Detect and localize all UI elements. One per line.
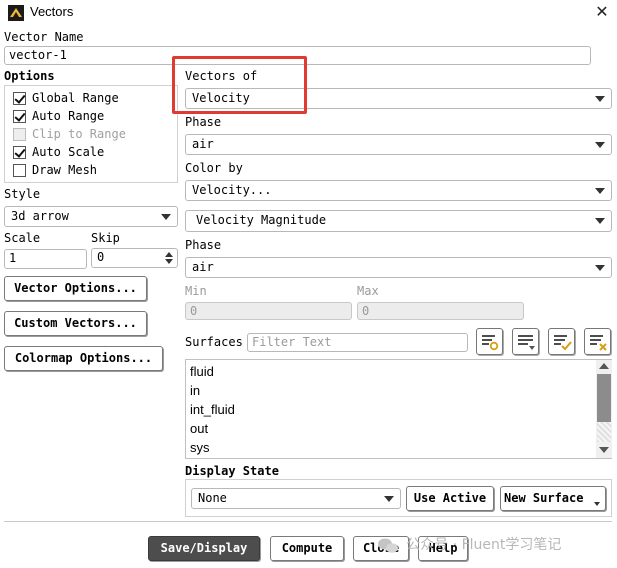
chevron-down-icon bbox=[595, 142, 605, 148]
colormap-options-button[interactable]: Colormap Options... bbox=[4, 346, 163, 371]
list-dropdown-icon bbox=[518, 335, 535, 350]
vector-options-button[interactable]: Vector Options... bbox=[4, 276, 147, 301]
fluent-app-icon bbox=[8, 5, 24, 21]
select-all-surfaces-button[interactable] bbox=[548, 328, 575, 355]
vector-name-label: Vector Name bbox=[4, 30, 84, 44]
filter-surfaces-button[interactable] bbox=[476, 328, 503, 355]
skip-spinner[interactable]: 0 bbox=[91, 248, 178, 268]
max-label: Max bbox=[357, 284, 379, 298]
color-by-label: Color by bbox=[185, 161, 243, 175]
draw-mesh-checkbox-row[interactable]: Draw Mesh bbox=[13, 161, 97, 179]
surfaces-list[interactable]: fluid in int_fluid out sys bbox=[185, 359, 612, 459]
list-check-icon bbox=[554, 335, 572, 351]
use-active-button[interactable]: Use Active bbox=[406, 486, 494, 511]
chevron-down-icon bbox=[595, 188, 605, 194]
footer-separator bbox=[4, 521, 612, 522]
max-input: 0 bbox=[357, 302, 524, 320]
display-state-dropdown[interactable]: None bbox=[191, 488, 401, 509]
close-window-icon[interactable]: ✕ bbox=[592, 2, 612, 22]
phase-label: Phase bbox=[185, 115, 222, 129]
surface-item-in[interactable]: in bbox=[186, 381, 595, 400]
auto-scale-checkbox-row[interactable]: Auto Scale bbox=[13, 143, 104, 161]
chevron-down-icon bbox=[595, 265, 605, 271]
draw-mesh-checkbox[interactable] bbox=[13, 163, 26, 177]
deselect-all-surfaces-button[interactable] bbox=[584, 328, 611, 355]
wechat-icon bbox=[378, 538, 398, 553]
global-range-checkbox-row[interactable]: Global Range bbox=[13, 89, 119, 107]
min-input: 0 bbox=[185, 302, 352, 320]
display-state-value: None bbox=[198, 491, 227, 505]
chevron-down-icon bbox=[595, 96, 605, 102]
auto-range-checkbox[interactable] bbox=[13, 109, 26, 123]
color-phase-dropdown[interactable]: air bbox=[185, 257, 612, 278]
title-bar bbox=[0, 0, 617, 26]
skip-label: Skip bbox=[91, 231, 120, 245]
list-clear-icon bbox=[590, 335, 607, 351]
clip-to-range-label: Clip to Range bbox=[32, 127, 126, 141]
chevron-down-icon bbox=[595, 218, 605, 224]
display-state-group: None Use Active New Surface bbox=[185, 479, 612, 517]
new-surface-button[interactable]: New Surface bbox=[500, 486, 606, 511]
clip-to-range-checkbox bbox=[13, 127, 26, 141]
window-title: Vectors bbox=[30, 4, 74, 19]
chevron-down-icon bbox=[161, 214, 171, 220]
color-by-dropdown[interactable]: Velocity... bbox=[185, 180, 612, 201]
auto-range-label: Auto Range bbox=[32, 109, 105, 123]
red-highlight-box bbox=[172, 56, 307, 114]
draw-mesh-label: Draw Mesh bbox=[32, 163, 98, 177]
scroll-down-icon[interactable] bbox=[599, 447, 609, 453]
new-surface-label: New Surface bbox=[504, 491, 584, 505]
surface-item-sys[interactable]: sys bbox=[186, 438, 595, 457]
save-display-button[interactable]: Save/Display bbox=[148, 536, 260, 561]
group-surfaces-button[interactable] bbox=[512, 328, 539, 355]
surface-item-int-fluid[interactable]: int_fluid bbox=[186, 400, 595, 419]
custom-vectors-button[interactable]: Custom Vectors... bbox=[4, 311, 147, 336]
auto-range-checkbox-row[interactable]: Auto Range bbox=[13, 107, 104, 125]
clip-to-range-checkbox-row: Clip to Range bbox=[13, 125, 126, 143]
color-by-quantity-dropdown[interactable]: Velocity Magnitude bbox=[185, 210, 612, 232]
surface-filter-input[interactable]: Filter Text bbox=[247, 333, 468, 352]
color-phase-value: air bbox=[192, 260, 214, 274]
watermark-text: 公众号 · Fluent学习笔记 bbox=[406, 537, 562, 553]
scroll-up-icon[interactable] bbox=[599, 363, 609, 369]
spin-up-icon[interactable] bbox=[165, 252, 173, 257]
options-group: Global Range Auto Range Clip to Range Au… bbox=[4, 85, 178, 183]
scroll-track bbox=[597, 422, 611, 442]
color-phase-label: Phase bbox=[185, 238, 222, 252]
global-range-label: Global Range bbox=[32, 91, 119, 105]
scroll-thumb[interactable] bbox=[597, 374, 611, 422]
style-dropdown[interactable]: 3d arrow bbox=[4, 206, 178, 227]
phase-dropdown[interactable]: air bbox=[185, 134, 612, 155]
style-value: 3d arrow bbox=[11, 209, 69, 223]
compute-button[interactable]: Compute bbox=[270, 536, 344, 561]
surface-item-fluid[interactable]: fluid bbox=[186, 362, 595, 381]
chevron-down-icon bbox=[594, 502, 600, 506]
surface-item-out[interactable]: out bbox=[186, 419, 595, 438]
auto-scale-label: Auto Scale bbox=[32, 145, 105, 159]
chevron-down-icon bbox=[384, 496, 394, 502]
phase-value: air bbox=[192, 137, 214, 151]
style-label: Style bbox=[4, 187, 41, 201]
skip-value: 0 bbox=[97, 250, 105, 264]
scale-input[interactable]: 1 bbox=[4, 249, 87, 269]
wechat-watermark: 公众号 · Fluent学习笔记 bbox=[377, 534, 561, 555]
global-range-checkbox[interactable] bbox=[13, 91, 26, 105]
display-state-label: Display State bbox=[185, 464, 279, 478]
surfaces-scrollbar[interactable] bbox=[596, 360, 612, 458]
filter-list-icon bbox=[482, 335, 499, 351]
spin-down-icon[interactable] bbox=[165, 259, 173, 264]
scale-label: Scale bbox=[4, 231, 41, 245]
min-label: Min bbox=[185, 284, 207, 298]
surfaces-label: Surfaces bbox=[185, 335, 243, 349]
options-label: Options bbox=[4, 69, 55, 83]
color-by-quantity-value: Velocity Magnitude bbox=[196, 213, 327, 227]
color-by-value: Velocity... bbox=[192, 183, 272, 197]
auto-scale-checkbox[interactable] bbox=[13, 145, 26, 159]
